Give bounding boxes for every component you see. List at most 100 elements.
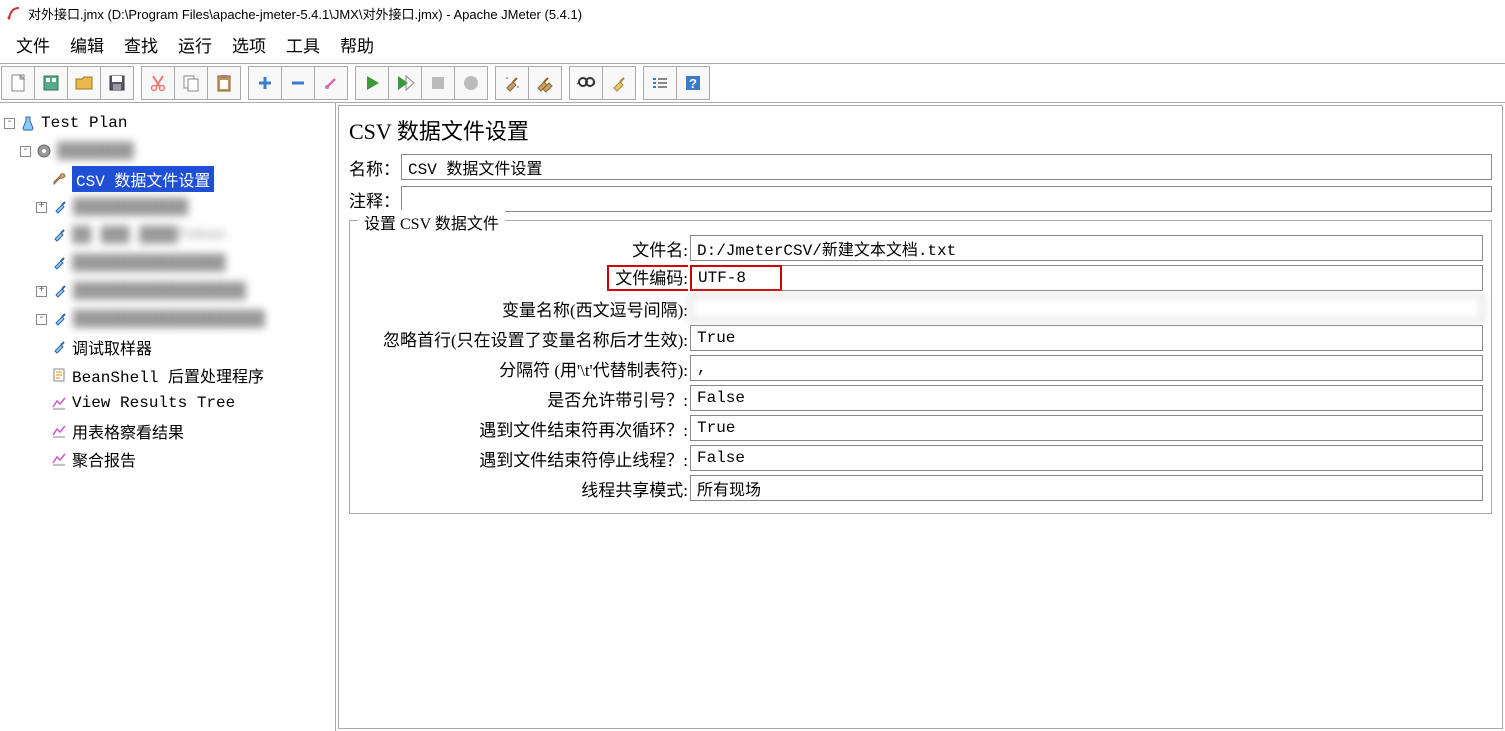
menu-search[interactable]: 查找 [116,30,166,59]
collapse-button[interactable] [281,66,315,100]
toolbar: ? [0,63,1505,103]
function-helper-button[interactable] [643,66,677,100]
csv-group: 设置 CSV 数据文件 文件名: 文件编码: 变量名称(西文逗号间隔): 忽略首… [349,220,1492,514]
menu-run[interactable]: 运行 [170,30,220,59]
tree-toggle-icon[interactable]: - [36,314,47,325]
tree-aggregate[interactable]: 聚合报告 [4,445,331,473]
tree-label: Test Plan [41,114,127,132]
quoted-label: 是否允许带引号？: [358,386,690,411]
start-button[interactable] [355,66,389,100]
tree-label-blurred: ████████ [57,142,134,160]
clear-button[interactable] [495,66,529,100]
menu-tools[interactable]: 工具 [278,30,328,59]
search-button[interactable] [569,66,603,100]
shutdown-button[interactable] [454,66,488,100]
open-button[interactable] [67,66,101,100]
encoding-input-ext[interactable] [782,265,1483,291]
tree-root[interactable]: - Test Plan [4,109,331,137]
delimiter-input[interactable] [690,355,1483,381]
share-label: 线程共享模式: [358,476,690,501]
app-icon [6,5,22,21]
window-title: 对外接口.jmx (D:\Program Files\apache-jmeter… [28,4,582,23]
cut-button[interactable] [141,66,175,100]
quoted-select[interactable] [690,385,1483,411]
tree-label: 用表格察看结果 [72,419,184,443]
new-button[interactable] [1,66,35,100]
menu-edit[interactable]: 编辑 [62,30,112,59]
expand-button[interactable] [248,66,282,100]
clear-all-button[interactable] [528,66,562,100]
name-label: 名称： [349,155,401,180]
tree-label-blurred: ████████████████████ [73,310,265,328]
dropper-icon [50,254,68,272]
stop-button[interactable] [421,66,455,100]
tree-item-hidden-5[interactable]: - ████████████████████ [4,305,331,333]
tree-view-results[interactable]: View Results Tree [4,389,331,417]
tree-label: BeanShell 后置处理程序 [72,363,264,387]
main-area: - Test Plan - ████████ CSV 数据文件设置 + ████… [0,103,1505,731]
menu-options[interactable]: 选项 [224,30,274,59]
help-button[interactable]: ? [676,66,710,100]
dropper-icon [51,198,69,216]
chart-icon [50,450,68,468]
share-select[interactable] [690,475,1483,501]
toggle-button[interactable] [314,66,348,100]
tree-label-blurred: ████████████ [73,198,188,216]
tree-toggle-icon[interactable]: + [36,286,47,297]
tree-label-blurred: ██ ███ ████Token [72,226,226,244]
templates-button[interactable] [34,66,68,100]
title-bar: 对外接口.jmx (D:\Program Files\apache-jmeter… [0,0,1505,26]
menu-file[interactable]: 文件 [8,30,58,59]
recycle-label: 遇到文件结束符再次循环？: [358,416,690,441]
chart-icon [50,394,68,412]
tree-item-hidden-1[interactable]: + ████████████ [4,193,331,221]
filename-input[interactable] [690,235,1483,261]
filename-label: 文件名: [358,236,690,261]
varnames-label: 变量名称(西文逗号间隔): [358,296,690,321]
dropper-icon [51,282,69,300]
reset-search-button[interactable] [602,66,636,100]
svg-text:?: ? [689,76,697,91]
document-icon [50,366,68,384]
gear-icon [35,142,53,160]
tree-toggle-icon[interactable]: - [20,146,31,157]
copy-button[interactable] [174,66,208,100]
menu-help[interactable]: 帮助 [332,30,382,59]
tree-label-blurred: ██████████████████ [73,282,246,300]
tree-item-hidden-4[interactable]: + ██████████████████ [4,277,331,305]
stop-select[interactable] [690,445,1483,471]
tree-item-hidden-2[interactable]: ██ ███ ████Token [4,221,331,249]
tree-beanshell[interactable]: BeanShell 后置处理程序 [4,361,331,389]
name-input[interactable] [401,154,1492,180]
comment-input[interactable] [401,186,1492,212]
tree-label: 聚合报告 [72,447,136,471]
tree-panel[interactable]: - Test Plan - ████████ CSV 数据文件设置 + ████… [0,103,336,731]
recycle-select[interactable] [690,415,1483,441]
group-title: 设置 CSV 数据文件 [358,210,505,234]
content-panel: CSV 数据文件设置 名称： 注释： 设置 CSV 数据文件 文件名: 文件编码… [338,105,1503,729]
tree-table-results[interactable]: 用表格察看结果 [4,417,331,445]
tree-debug-sampler[interactable]: 调试取样器 [4,333,331,361]
ignore-first-select[interactable] [690,325,1483,351]
chart-icon [50,422,68,440]
start-no-pause-button[interactable] [388,66,422,100]
tree-toggle-icon[interactable]: + [36,202,47,213]
tree-label-blurred: ████████████████ [72,254,226,272]
dropper-icon [50,338,68,356]
ignore-first-label: 忽略首行(只在设置了变量名称后才生效): [358,326,690,351]
encoding-input[interactable] [690,265,782,291]
tree-label: View Results Tree [72,394,235,412]
delimiter-label: 分隔符 (用'\t'代替制表符): [358,356,690,381]
dropper-icon [50,226,68,244]
tree-csv-config[interactable]: CSV 数据文件设置 [4,165,331,193]
comment-label: 注释： [349,187,401,212]
menu-bar: 文件 编辑 查找 运行 选项 工具 帮助 [0,26,1505,63]
varnames-input[interactable] [690,295,1483,321]
tree-item-hidden-3[interactable]: ████████████████ [4,249,331,277]
save-button[interactable] [100,66,134,100]
tree-toggle-icon[interactable]: - [4,118,15,129]
tree-thread-group[interactable]: - ████████ [4,137,331,165]
panel-title: CSV 数据文件设置 [349,114,1492,146]
paste-button[interactable] [207,66,241,100]
encoding-label: 文件编码: [358,265,690,291]
